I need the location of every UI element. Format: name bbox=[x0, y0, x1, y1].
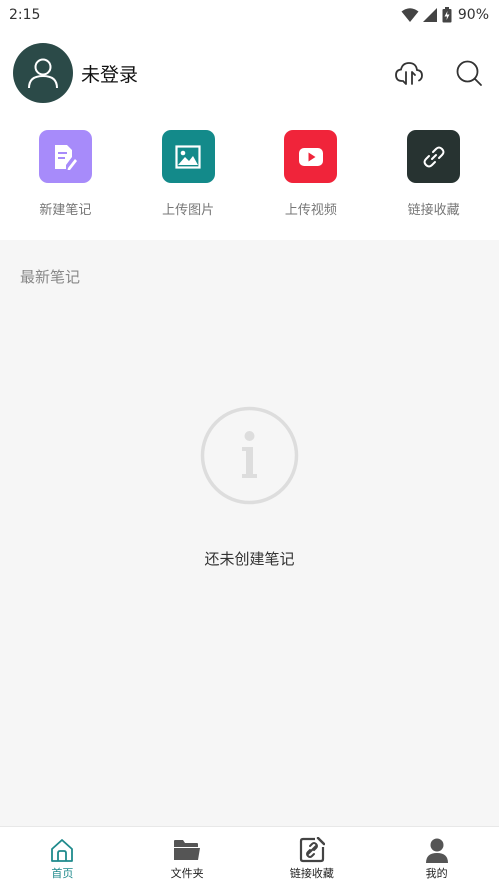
new-note-tile[interactable] bbox=[38, 130, 92, 183]
wifi-icon bbox=[401, 8, 419, 22]
notes-section: 最新笔记 还未创建笔记 bbox=[0, 240, 499, 826]
new-note-label: 新建笔记 bbox=[39, 203, 92, 218]
signal-icon bbox=[422, 8, 437, 22]
search-button[interactable] bbox=[454, 58, 484, 88]
nav-folder-label: 文件夹 bbox=[170, 867, 204, 880]
upload-image-label: 上传图片 bbox=[162, 203, 215, 218]
battery-icon bbox=[442, 7, 452, 23]
info-icon bbox=[200, 406, 299, 505]
link-edit-icon-wrap bbox=[298, 836, 326, 864]
nav-link-collect-label: 链接收藏 bbox=[289, 867, 334, 880]
bottom-nav: 首页 文件夹 链接收藏 我的 bbox=[0, 826, 499, 887]
avatar[interactable] bbox=[13, 43, 73, 103]
upload-image-tile[interactable] bbox=[161, 130, 215, 183]
status-icons: 90% bbox=[401, 7, 489, 23]
link-icon bbox=[423, 146, 445, 167]
nav-home[interactable]: 首页 bbox=[0, 827, 125, 887]
nav-profile-label: 我的 bbox=[425, 867, 448, 880]
link-collect-tile[interactable] bbox=[407, 130, 461, 183]
folder-icon bbox=[174, 840, 201, 860]
cloud-sync-button[interactable] bbox=[394, 58, 424, 88]
header: 未登录 bbox=[0, 40, 499, 106]
nav-link-collect[interactable]: 链接收藏 bbox=[250, 827, 375, 887]
login-label[interactable]: 未登录 bbox=[81, 60, 138, 87]
header-actions bbox=[394, 58, 486, 88]
status-time: 2:15 bbox=[9, 7, 41, 23]
nav-profile[interactable]: 我的 bbox=[374, 827, 499, 887]
folder-icon-wrap bbox=[173, 836, 201, 864]
upload-video-button[interactable]: 上传视频 bbox=[261, 130, 361, 240]
search-icon bbox=[456, 60, 482, 86]
empty-state-text: 还未创建笔记 bbox=[204, 550, 295, 568]
play-icon bbox=[298, 147, 323, 166]
quick-actions: 新建笔记 上传图片 上传视频 链接收藏 bbox=[0, 130, 499, 240]
user-icon-wrap bbox=[423, 836, 451, 864]
status-bar: 2:15 90% bbox=[0, 0, 499, 30]
upload-video-tile[interactable] bbox=[284, 130, 338, 183]
home-icon bbox=[51, 839, 74, 862]
section-title: 最新笔记 bbox=[20, 268, 81, 286]
upload-image-button[interactable]: 上传图片 bbox=[138, 130, 238, 240]
link-collect-label: 链接收藏 bbox=[407, 203, 460, 218]
upload-video-label: 上传视频 bbox=[284, 203, 337, 218]
note-edit-icon bbox=[55, 144, 78, 170]
cloud-sync-icon bbox=[395, 62, 423, 85]
nav-home-label: 首页 bbox=[51, 867, 74, 880]
home-icon-wrap bbox=[48, 836, 76, 864]
nav-folder[interactable]: 文件夹 bbox=[125, 827, 250, 887]
new-note-button[interactable]: 新建笔记 bbox=[15, 130, 115, 240]
link-collect-button[interactable]: 链接收藏 bbox=[384, 130, 484, 240]
user-icon bbox=[425, 838, 448, 863]
user-icon bbox=[28, 58, 58, 89]
link-edit-icon bbox=[299, 837, 325, 863]
battery-percentage: 90% bbox=[457, 7, 489, 23]
image-icon bbox=[175, 144, 201, 169]
